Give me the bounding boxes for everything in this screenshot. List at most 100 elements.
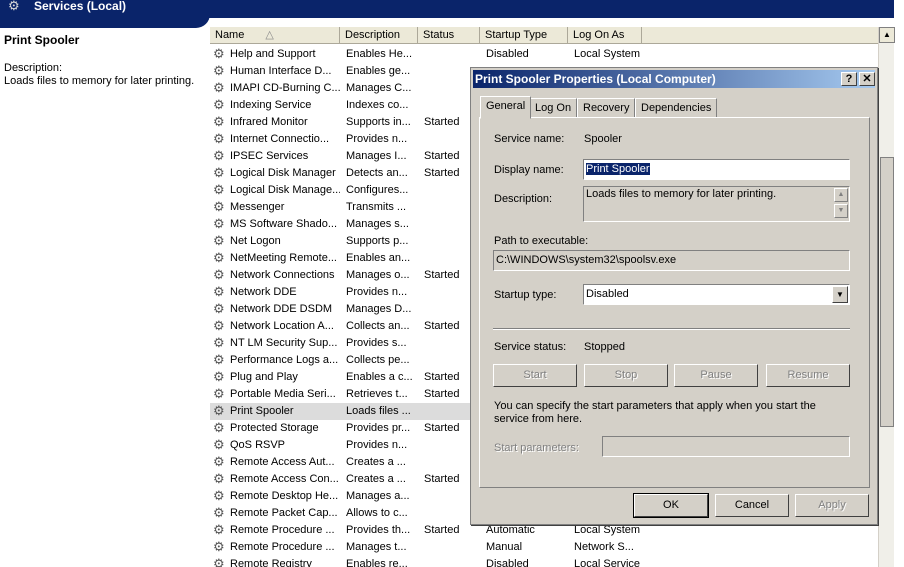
service-name-cell: Remote Procedure ... <box>230 524 335 536</box>
service-row[interactable]: ⚙ Help and Support Enables He... Disabled Lo… <box>210 46 880 63</box>
tab-dependencies[interactable]: Dependencies <box>635 98 718 118</box>
selected-service-name: Print Spooler <box>4 33 80 47</box>
gears-icon: ⚙ <box>213 234 225 248</box>
service-description-cell: Supports p... <box>346 235 409 247</box>
service-status-value: Stopped <box>584 341 625 353</box>
startup-type-select[interactable]: Disabled ▼ <box>583 284 850 305</box>
description-field[interactable]: Loads files to memory for later printing… <box>583 186 850 222</box>
column-header-description[interactable]: Description <box>340 27 418 44</box>
startup-type-value: Disabled <box>586 288 629 300</box>
scroll-up-arrow-icon[interactable]: ▲ <box>834 188 848 202</box>
service-description-cell: Manages C... <box>346 82 412 94</box>
resume-button[interactable]: Resume <box>766 364 850 387</box>
gears-icon: ⚙ <box>213 64 225 78</box>
gears-icon: ⚙ <box>213 47 225 61</box>
service-name-cell: Network DDE <box>230 286 297 298</box>
gears-icon: ⚙ <box>213 540 225 554</box>
service-description-cell: Retrieves t... <box>346 388 408 400</box>
service-name-cell: Network DDE DSDM <box>230 303 333 315</box>
gears-icon: ⚙ <box>213 506 225 520</box>
apply-button[interactable]: Apply <box>795 494 869 517</box>
description-text: Loads files to memory for later printing… <box>4 75 195 87</box>
startup-type-label: Startup type: <box>494 289 557 301</box>
help-button[interactable]: ? <box>841 72 857 86</box>
path-field: C:\WINDOWS\system32\spoolsv.exe <box>493 250 850 271</box>
service-name-cell: IPSEC Services <box>230 150 309 162</box>
service-name-cell: Remote Access Aut... <box>230 456 335 468</box>
service-name-cell: Internet Connectio... <box>230 133 330 145</box>
service-name-cell: Infrared Monitor <box>230 116 308 128</box>
service-name-cell: Print Spooler <box>230 405 294 417</box>
close-button[interactable]: ✕ <box>859 72 875 86</box>
tab-recovery[interactable]: Recovery <box>577 98 636 118</box>
service-name-cell: NetMeeting Remote... <box>230 252 337 264</box>
service-name-cell: Remote Access Con... <box>230 473 339 485</box>
chevron-down-icon[interactable]: ▼ <box>832 286 848 303</box>
service-name-cell: Logical Disk Manage... <box>230 184 340 196</box>
description-field-label: Description: <box>494 193 553 205</box>
service-name-cell: Indexing Service <box>230 99 312 111</box>
dialog-title: Print Spooler Properties (Local Computer… <box>475 72 716 86</box>
gears-icon: ⚙ <box>213 115 225 129</box>
gears-icon: ⚙ <box>213 319 225 333</box>
service-description-cell: Provides s... <box>346 337 407 349</box>
service-name-label: Service name: <box>494 133 565 145</box>
service-row[interactable]: ⚙ Remote Procedure ... Manages t... Manual N… <box>210 539 880 556</box>
scroll-up-arrow-icon[interactable]: ▲ <box>879 27 895 43</box>
gears-icon: ⚙ <box>213 421 225 435</box>
service-description-cell: Creates a ... <box>346 456 406 468</box>
column-header-log-on-as[interactable]: Log On As <box>568 27 642 44</box>
start-params-field[interactable] <box>602 436 850 457</box>
service-name-cell: Protected Storage <box>230 422 319 434</box>
column-header-status[interactable]: Status <box>418 27 480 44</box>
service-name-cell: Portable Media Seri... <box>230 388 336 400</box>
service-description-cell: Enables re... <box>346 558 408 567</box>
gears-icon: ⚙ <box>213 166 225 180</box>
column-header-startup-type[interactable]: Startup Type <box>480 27 568 44</box>
start-button[interactable]: Start <box>493 364 577 387</box>
stop-button[interactable]: Stop <box>584 364 668 387</box>
column-header-filler <box>642 27 880 44</box>
service-name-cell: QoS RSVP <box>230 439 286 451</box>
divider <box>493 328 850 330</box>
service-description-cell: Enables a c... <box>346 371 413 383</box>
service-name-cell: Remote Procedure ... <box>230 541 335 553</box>
properties-dialog: Print Spooler Properties (Local Computer… <box>470 67 878 525</box>
gears-icon: ⚙ <box>213 387 225 401</box>
service-status-label: Service status: <box>494 341 567 353</box>
gears-icon: ⚙ <box>213 285 225 299</box>
tab-log-on[interactable]: Log On <box>529 98 578 118</box>
vertical-scrollbar[interactable]: ▲ <box>878 27 895 567</box>
path-label: Path to executable: <box>494 235 589 247</box>
gears-icon: ⚙ <box>213 404 225 418</box>
gears-icon: ⚙ <box>213 200 225 214</box>
tab-general[interactable]: General <box>480 96 532 119</box>
service-description-cell: Provides n... <box>346 286 408 298</box>
service-description-cell: Enables He... <box>346 48 413 60</box>
service-description-cell: Collects pe... <box>346 354 410 366</box>
service-description-cell: Manages s... <box>346 218 409 230</box>
cancel-button[interactable]: Cancel <box>715 494 789 517</box>
service-description-cell: Enables an... <box>346 252 411 264</box>
gears-icon: ⚙ <box>213 489 225 503</box>
service-row[interactable]: ⚙ Remote Registry Enables re... Disabled Loc… <box>210 556 880 567</box>
gears-icon: ⚙ <box>8 0 20 13</box>
display-name-field[interactable]: Print Spooler <box>583 159 850 180</box>
service-name-cell: Help and Support <box>230 48 316 60</box>
service-name-cell: NT LM Security Sup... <box>230 337 338 349</box>
gears-icon: ⚙ <box>213 81 225 95</box>
window-title-bar: ⚙ Services (Local) <box>0 0 894 28</box>
service-logon-cell: Local System <box>574 48 641 60</box>
service-description-cell: Collects an... <box>346 320 410 332</box>
general-tab-pane: Service name: Spooler Display name: Prin… <box>479 117 870 488</box>
service-name-cell: Network Location A... <box>230 320 334 332</box>
gears-icon: ⚙ <box>213 523 225 537</box>
gears-icon: ⚙ <box>213 438 225 452</box>
pause-button[interactable]: Pause <box>674 364 758 387</box>
scroll-down-arrow-icon[interactable]: ▼ <box>834 204 848 218</box>
ok-button[interactable]: OK <box>633 493 709 518</box>
service-description-cell: Provides pr... <box>346 422 411 434</box>
title-bar-curve <box>0 14 210 28</box>
scroll-thumb[interactable] <box>880 157 894 427</box>
column-header-name[interactable]: Name △ <box>210 27 340 44</box>
